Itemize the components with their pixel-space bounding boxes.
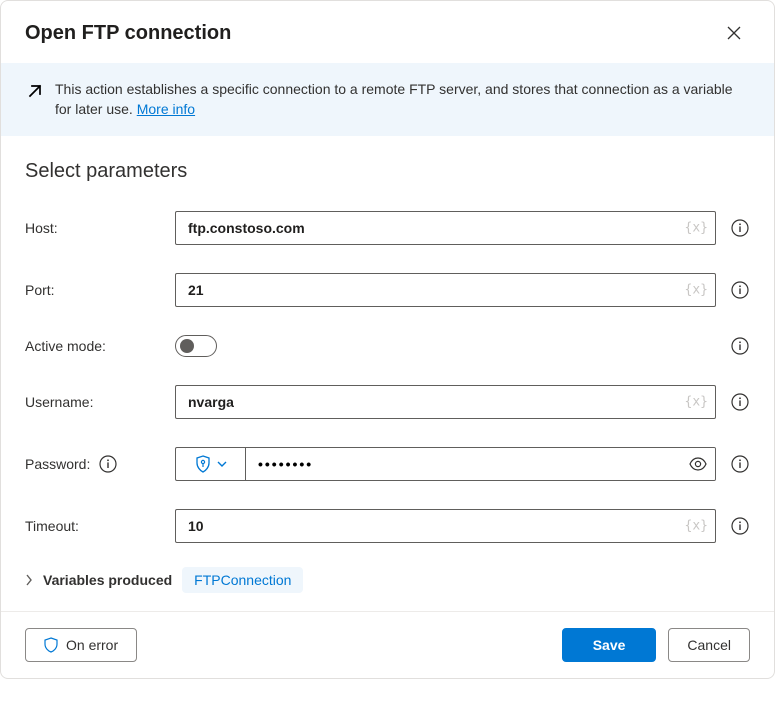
- row-active-mode: Active mode:: [25, 321, 750, 371]
- dialog-footer: On error Save Cancel: [1, 611, 774, 678]
- dialog-header: Open FTP connection: [1, 1, 774, 63]
- row-host: Host: {x}: [25, 197, 750, 259]
- shield-outline-icon: [44, 637, 58, 653]
- show-password-button[interactable]: [689, 457, 707, 471]
- eye-icon: [689, 457, 707, 471]
- row-password: Password:: [25, 433, 750, 495]
- password-input[interactable]: [246, 448, 715, 480]
- dialog-body: Select parameters Host: {x} Port: {x}: [1, 136, 774, 611]
- host-input[interactable]: [175, 211, 716, 245]
- banner-text: This action establishes a specific conne…: [55, 79, 750, 120]
- on-error-label: On error: [66, 637, 118, 653]
- row-timeout: Timeout: {x}: [25, 495, 750, 557]
- on-error-button[interactable]: On error: [25, 628, 137, 662]
- close-button[interactable]: [718, 17, 750, 49]
- info-icon-username[interactable]: [730, 392, 750, 412]
- variables-produced-row: Variables produced FTPConnection: [25, 557, 750, 599]
- active-mode-toggle[interactable]: [175, 335, 217, 357]
- cancel-button[interactable]: Cancel: [668, 628, 750, 662]
- label-username: Username:: [25, 394, 175, 410]
- info-banner: This action establishes a specific conne…: [1, 63, 774, 136]
- close-icon: [727, 26, 741, 40]
- label-active-mode: Active mode:: [25, 338, 175, 354]
- label-port: Port:: [25, 282, 175, 298]
- dialog-title: Open FTP connection: [25, 22, 231, 45]
- info-icon-timeout[interactable]: [730, 516, 750, 536]
- toggle-knob: [180, 339, 194, 353]
- shield-icon: [195, 455, 211, 473]
- info-icon-active-mode[interactable]: [730, 336, 750, 356]
- info-icon-port[interactable]: [730, 280, 750, 300]
- chevron-down-icon: [217, 461, 227, 467]
- label-password: Password:: [25, 454, 175, 474]
- info-icon-host[interactable]: [730, 218, 750, 238]
- password-mode-dropdown[interactable]: [176, 448, 246, 480]
- dialog-open-ftp-connection: Open FTP connection This action establis…: [0, 0, 775, 679]
- save-button[interactable]: Save: [562, 628, 657, 662]
- label-password-text: Password:: [25, 456, 90, 472]
- label-timeout: Timeout:: [25, 518, 175, 534]
- chevron-right-icon: [25, 574, 33, 586]
- username-input[interactable]: [175, 385, 716, 419]
- section-title: Select parameters: [25, 160, 750, 183]
- expand-variables-chevron[interactable]: [25, 574, 33, 586]
- more-info-link[interactable]: More info: [137, 101, 195, 117]
- info-icon-password-label[interactable]: [98, 454, 118, 474]
- variables-produced-label: Variables produced: [43, 572, 172, 588]
- label-host: Host:: [25, 220, 175, 236]
- arrow-up-right-icon: [25, 79, 45, 120]
- password-control: [175, 447, 716, 481]
- variable-pill-ftpconnection[interactable]: FTPConnection: [182, 567, 303, 593]
- row-username: Username: {x}: [25, 371, 750, 433]
- row-port: Port: {x}: [25, 259, 750, 321]
- port-input[interactable]: [175, 273, 716, 307]
- timeout-input[interactable]: [175, 509, 716, 543]
- info-icon-password[interactable]: [730, 454, 750, 474]
